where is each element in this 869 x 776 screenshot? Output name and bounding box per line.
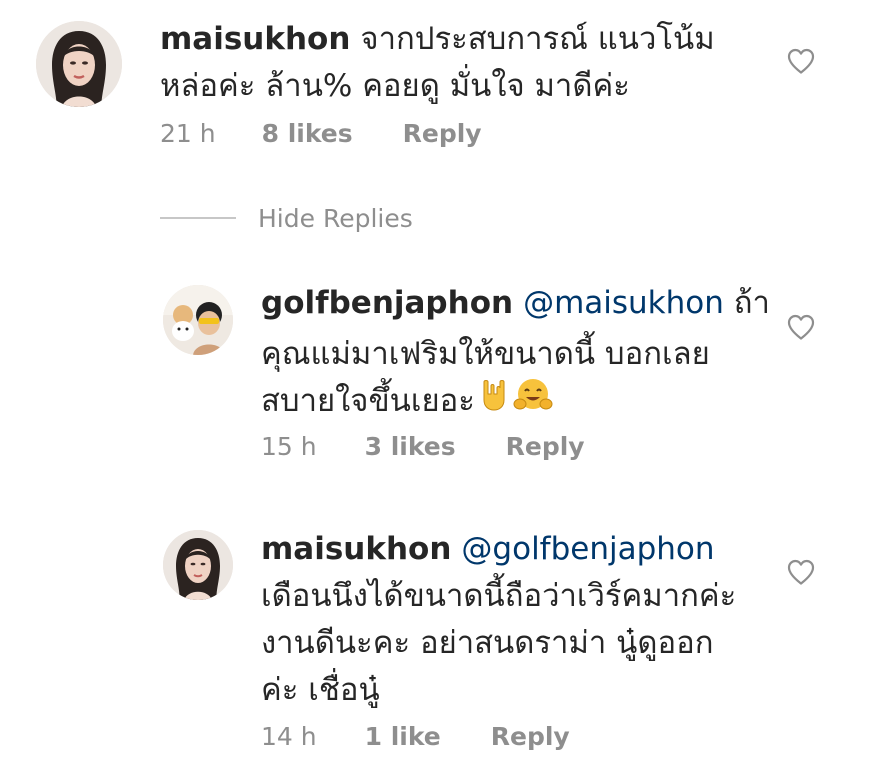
reply-button[interactable]: Reply — [506, 432, 585, 461]
avatar-image — [163, 285, 233, 355]
heart-outline-icon[interactable] — [786, 558, 816, 590]
hide-replies-label: Hide Replies — [258, 203, 413, 233]
comment-text-line-2: หล่อค่ะ ล้าน% คอยดู มั่นใจ มาดีค่ะ — [160, 68, 630, 104]
mention-link[interactable]: @golfbenjaphon — [461, 531, 714, 567]
username-link[interactable]: maisukhon — [160, 21, 350, 57]
avatar-image — [163, 530, 233, 600]
avatar[interactable] — [163, 285, 233, 355]
likes-count[interactable]: 1 like — [365, 722, 441, 751]
comment-meta: 14 h 1 like Reply — [261, 722, 570, 751]
comment-line: ถ้า — [733, 285, 770, 321]
comment-text-line-2: คุณแม่มาเฟริมให้ขนาดนี้ บอกเลย — [261, 336, 710, 372]
comment-text: golfbenjaphon @maisukhon ถ้า — [261, 278, 770, 329]
hugging-face-emoji — [513, 377, 553, 429]
heart-outline-icon[interactable] — [786, 47, 816, 79]
comment-meta: 15 h 3 likes Reply — [261, 432, 585, 461]
rock-on-hand-emoji — [479, 377, 509, 428]
comment-text: maisukhon @golfbenjaphon — [261, 524, 715, 575]
comment-text-line-4: ค่ะ เชื่อนู๋ — [261, 672, 380, 708]
comment-text: maisukhon จากประสบการณ์ แนวโน้ม — [160, 14, 715, 65]
comment-text-line-3: งานดีนะคะ อย่าสนดราม่า นู๋ดูออก — [261, 625, 714, 661]
comment-text-line-3: สบายใจขึ้นเยอะ — [261, 376, 553, 429]
likes-count[interactable]: 8 likes — [262, 119, 353, 148]
avatar[interactable] — [36, 21, 122, 107]
hide-replies-button[interactable]: Hide Replies — [160, 198, 413, 238]
mention-link[interactable]: @maisukhon — [523, 285, 724, 321]
reply-button[interactable]: Reply — [491, 722, 570, 751]
timestamp: 21 h — [160, 119, 216, 148]
timestamp: 15 h — [261, 432, 317, 461]
username-link[interactable]: maisukhon — [261, 531, 451, 567]
divider-line — [160, 217, 236, 219]
comment-text-line-2: เดือนนึงได้ขนาดนี้ถือว่าเวิร์คมากค่ะ — [261, 578, 737, 614]
reply-button[interactable]: Reply — [403, 119, 482, 148]
heart-outline-icon[interactable] — [786, 313, 816, 345]
comment-meta: 21 h 8 likes Reply — [160, 119, 482, 148]
comment-line: จากประสบการณ์ แนวโน้ม — [360, 21, 715, 57]
timestamp: 14 h — [261, 722, 317, 751]
likes-count[interactable]: 3 likes — [365, 432, 456, 461]
avatar[interactable] — [163, 530, 233, 600]
avatar-image — [36, 21, 122, 107]
username-link[interactable]: golfbenjaphon — [261, 285, 513, 321]
comment-line: สบายใจขึ้นเยอะ — [261, 383, 475, 419]
